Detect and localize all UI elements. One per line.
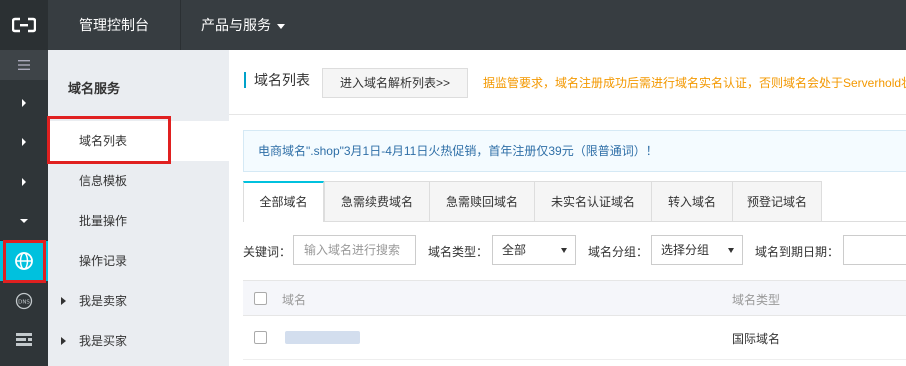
table-header: 域名 域名类型 <box>243 280 906 316</box>
domain-tabs: 全部域名 急需续费域名 急需赎回域名 未实名认证域名 转入域名 预登记域名 <box>243 181 906 222</box>
expiry-date-label: 域名到期日期： <box>755 245 840 259</box>
sidebar-item-buyer-label: 我是买家 <box>79 334 128 348</box>
domain-group-value: 选择分组 <box>661 243 710 257</box>
domain-type-select[interactable]: 全部 <box>492 235 576 265</box>
chevron-down-icon[interactable] <box>0 201 48 241</box>
caret-right-icon <box>61 337 66 345</box>
page-title: 域名列表 <box>244 72 310 88</box>
chevron-right-icon[interactable] <box>0 162 48 202</box>
sidebar-item-buyer[interactable]: 我是买家 <box>48 321 229 361</box>
globe-icon[interactable] <box>0 241 48 281</box>
domain-name-redacted[interactable] <box>285 331 360 344</box>
sidebar-item-seller-label: 我是卖家 <box>79 294 128 308</box>
sidebar-item-operation-log[interactable]: 操作记录 <box>48 241 229 281</box>
chevron-right-icon[interactable] <box>0 83 48 123</box>
server-icon[interactable] <box>0 320 48 360</box>
table-row: 国际域名 <box>243 316 906 360</box>
domain-service-sidebar: 域名服务 域名列表 信息模板 批量操作 操作记录 我是卖家 我是买家 <box>48 50 229 366</box>
menu-icon[interactable] <box>0 50 48 80</box>
domain-group-select[interactable]: 选择分组 <box>651 235 743 265</box>
row-checkbox[interactable] <box>254 331 267 344</box>
dns-list-button[interactable]: 进入域名解析列表>> <box>322 68 468 98</box>
domain-type-label: 域名类型： <box>428 245 489 259</box>
sidebar-item-seller[interactable]: 我是卖家 <box>48 281 229 321</box>
icon-sidebar: DNS <box>0 50 48 366</box>
domain-group-label: 域名分组： <box>588 245 649 259</box>
caret-right-icon <box>61 297 66 305</box>
chevron-right-icon[interactable] <box>0 122 48 162</box>
sidebar-item-batch-operation[interactable]: 批量操作 <box>48 201 229 241</box>
domain-type-value: 全部 <box>502 243 527 257</box>
realname-notice: 据监管要求，域名注册成功后需进行域名实名认证，否则域名会处于Serverhold… <box>483 76 906 90</box>
aliyun-logo-icon[interactable] <box>0 0 48 50</box>
tab-redeem-urgent[interactable]: 急需赎回域名 <box>429 181 535 221</box>
column-header-domain: 域名 <box>282 293 307 307</box>
select-all-checkbox[interactable] <box>254 292 267 305</box>
top-navbar: 管理控制台 产品与服务 <box>0 0 906 50</box>
divider <box>229 114 906 115</box>
tab-preregistered[interactable]: 预登记域名 <box>732 181 822 221</box>
main-content: 域名列表 进入域名解析列表>> 据监管要求，域名注册成功后需进行域名实名认证，否… <box>229 50 906 366</box>
column-header-type: 域名类型 <box>732 293 781 307</box>
tab-unverified[interactable]: 未实名认证域名 <box>534 181 652 221</box>
products-services-menu[interactable]: 产品与服务 <box>181 0 305 50</box>
tab-renew-urgent[interactable]: 急需续费域名 <box>324 181 430 221</box>
products-services-label: 产品与服务 <box>201 17 271 33</box>
caret-down-icon <box>561 248 567 253</box>
sidebar-item-domain-list[interactable]: 域名列表 <box>48 121 229 161</box>
tab-transfer-in[interactable]: 转入域名 <box>651 181 733 221</box>
expiry-date-input[interactable] <box>843 235 906 265</box>
promo-banner[interactable]: 电商域名".shop"3月1日-4月11日火热促销，首年注册仅39元（限普通词）… <box>243 130 906 172</box>
sidebar-title: 域名服务 <box>68 81 121 96</box>
filter-bar: 关键词： 输入域名进行搜索 域名类型： 全部 域名分组： 选择分组 域名到期日期… <box>229 234 906 268</box>
keyword-search-input[interactable]: 输入域名进行搜索 <box>293 235 416 265</box>
caret-down-icon <box>277 23 285 29</box>
sidebar-item-info-template[interactable]: 信息模板 <box>48 161 229 201</box>
keyword-label: 关键词： <box>243 245 292 259</box>
console-home-link[interactable]: 管理控制台 <box>48 0 181 50</box>
caret-down-icon <box>728 248 734 253</box>
dns-icon[interactable]: DNS <box>0 281 48 321</box>
svg-text:DNS: DNS <box>18 300 30 306</box>
tab-all-domains[interactable]: 全部域名 <box>243 181 324 222</box>
domain-type-cell: 国际域名 <box>732 332 781 346</box>
